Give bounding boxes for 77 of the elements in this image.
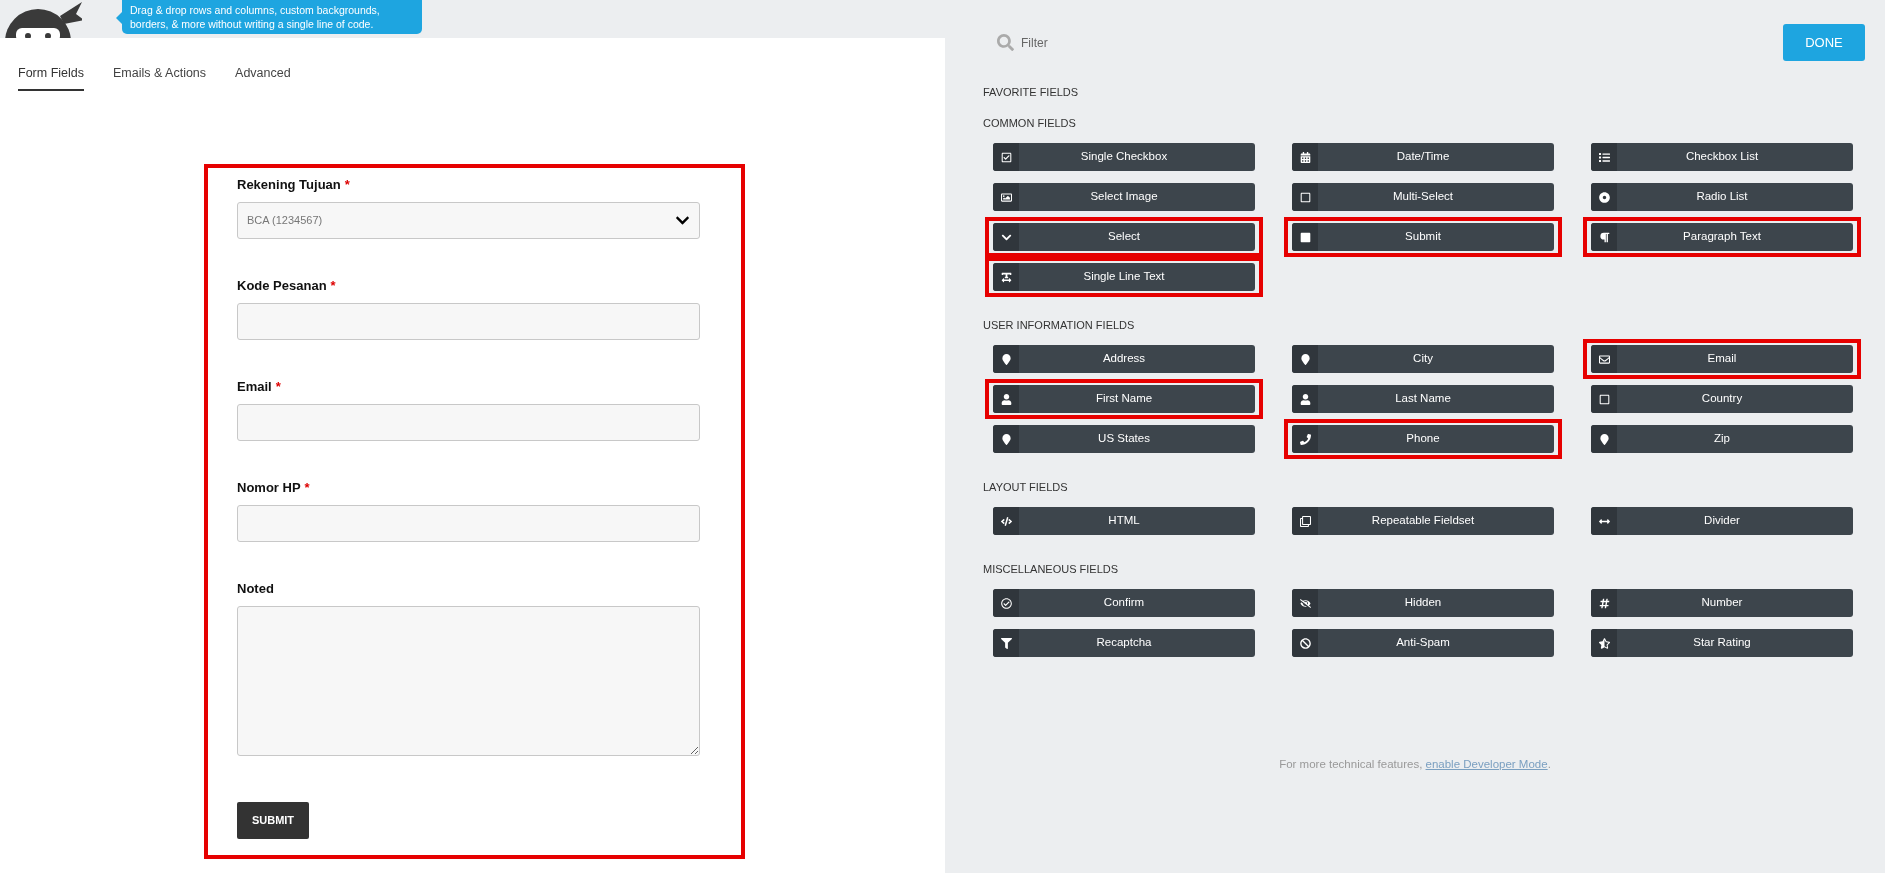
code-icon	[1000, 515, 1012, 527]
required-mark: *	[344, 176, 350, 194]
field-type-button[interactable]: Repeatable Fieldset	[1292, 507, 1554, 535]
field-type-button[interactable]: Address	[993, 345, 1255, 373]
map-pin-icon	[1299, 353, 1311, 365]
field-type-button[interactable]: Zip	[1591, 425, 1853, 453]
tab[interactable]: Form Fields	[18, 64, 84, 91]
field-type-button[interactable]: Date/Time	[1292, 143, 1554, 171]
search-icon	[997, 34, 1014, 51]
list-icon	[1598, 151, 1610, 163]
eye-slash-icon	[1299, 597, 1311, 609]
field-type-button[interactable]: Hidden	[1292, 589, 1554, 617]
envelope-icon	[1598, 353, 1610, 365]
paragraph-icon	[1598, 231, 1610, 243]
tooltip: Drag & drop rows and columns, custom backgrounds, borders, & more without writing a single line of code.	[116, 0, 422, 34]
phone-icon	[1299, 433, 1311, 445]
field-type-button[interactable]: Select Image	[993, 183, 1255, 211]
section-heading: USER INFORMATION FIELDS	[983, 318, 1136, 332]
field-type-button[interactable]: HTML	[993, 507, 1255, 535]
copy-icon	[1299, 515, 1311, 527]
text-area[interactable]	[237, 605, 700, 756]
field-type-button[interactable]: Anti-Spam	[1292, 629, 1554, 657]
radio-icon	[1598, 191, 1610, 203]
submit-button[interactable]: SUBMIT	[237, 801, 309, 839]
field-type-button[interactable]: US States	[993, 425, 1255, 453]
field-type-button[interactable]: Checkbox List	[1591, 143, 1853, 171]
user-icon	[1000, 393, 1012, 405]
required-mark: *	[304, 479, 310, 497]
field-type-button[interactable]: Multi-Select	[1292, 183, 1554, 211]
hashtag-icon	[1598, 597, 1610, 609]
image-icon	[1000, 191, 1012, 203]
calendar-icon	[1299, 151, 1311, 163]
field-type-button[interactable]: Submit	[1292, 223, 1554, 251]
field-label: Email	[237, 378, 272, 396]
field-label: Rekening Tujuan	[237, 176, 341, 194]
required-mark: *	[330, 277, 336, 295]
input-field[interactable]	[237, 403, 700, 441]
field-type-button[interactable]: Divider	[1591, 507, 1853, 535]
tab[interactable]: Advanced	[235, 64, 291, 91]
required-mark: *	[275, 378, 281, 396]
field-type-button[interactable]: City	[1292, 345, 1554, 373]
star-icon	[1598, 637, 1610, 649]
text-icon	[1000, 271, 1012, 283]
input-field[interactable]	[237, 302, 700, 340]
field-label: Kode Pesanan	[237, 277, 327, 295]
field-type-button[interactable]: Radio List	[1591, 183, 1853, 211]
section-heading: COMMON FIELDS	[983, 116, 1077, 130]
field-type-button[interactable]: Paragraph Text	[1591, 223, 1853, 251]
field-type-button[interactable]: Select	[993, 223, 1255, 251]
field-type-button[interactable]: Single Line Text	[993, 263, 1255, 291]
checkbox-icon	[1000, 151, 1012, 163]
section-heading: LAYOUT FIELDS	[983, 480, 1069, 494]
input-field[interactable]	[237, 504, 700, 542]
field-type-button[interactable]: Single Checkbox	[993, 143, 1255, 171]
map-pin-icon	[1598, 433, 1610, 445]
section-heading: MISCELLANEOUS FIELDS	[983, 562, 1120, 576]
field-label: Noted	[237, 580, 274, 598]
field-type-button[interactable]: Confirm	[993, 589, 1255, 617]
map-pin-icon	[1000, 353, 1012, 365]
filter-field[interactable]: Filter	[1021, 33, 1783, 52]
user-icon	[1299, 393, 1311, 405]
tab[interactable]: Emails & Actions	[113, 64, 207, 91]
field-type-button[interactable]: Email	[1591, 345, 1853, 373]
field-type-button[interactable]: Last Name	[1292, 385, 1554, 413]
filter-icon	[1000, 637, 1012, 649]
field-type-button[interactable]: Recaptcha	[993, 629, 1255, 657]
field-type-button[interactable]: Country	[1591, 385, 1853, 413]
field-type-button[interactable]: Number	[1591, 589, 1853, 617]
field-label: Nomor HP	[237, 479, 301, 497]
ban-icon	[1299, 637, 1311, 649]
footer-note: For more technical features, enable Developer Mode.	[1278, 757, 1552, 772]
select-field[interactable]: BCA (1234567)	[237, 201, 700, 239]
field-type-button[interactable]: First Name	[993, 385, 1255, 413]
map-pin-icon	[1000, 433, 1012, 445]
section-heading: FAVORITE FIELDS	[983, 85, 1080, 99]
field-type-button[interactable]: Phone	[1292, 425, 1554, 453]
field-type-button[interactable]: Star Rating	[1591, 629, 1853, 657]
